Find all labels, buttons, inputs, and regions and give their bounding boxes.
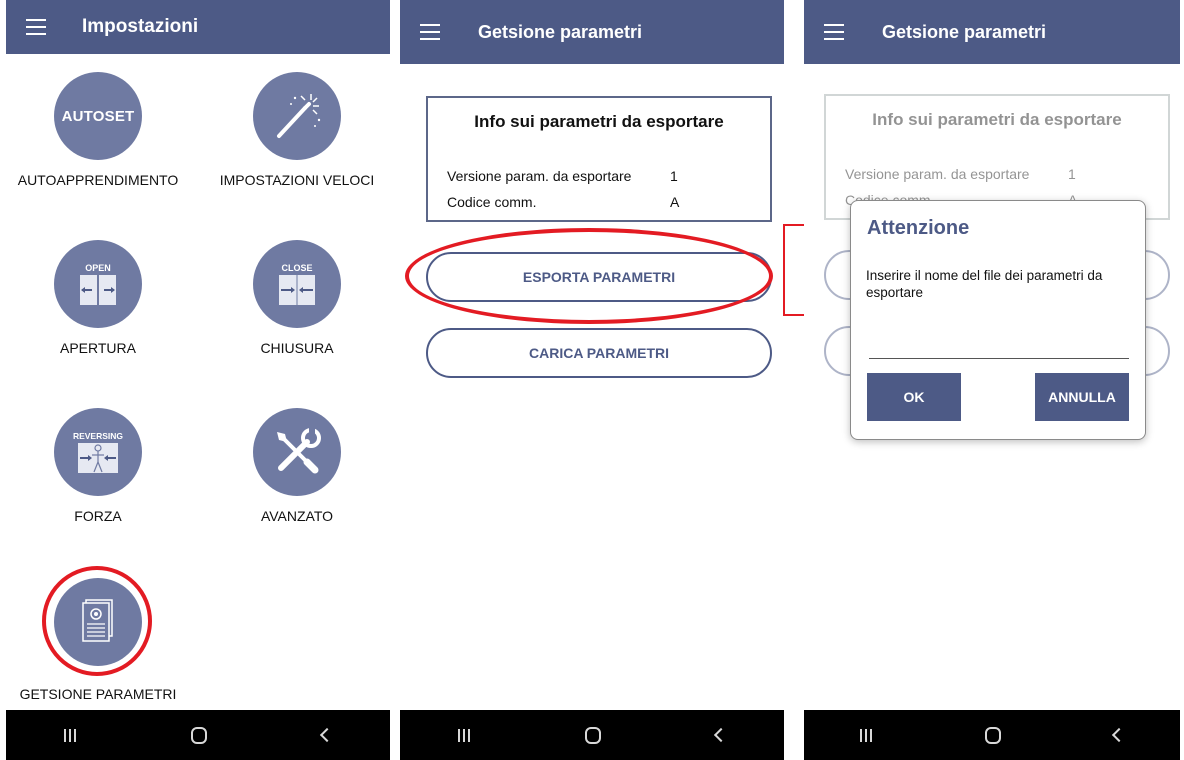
door-open-icon: OPEN	[54, 240, 142, 328]
home-icon[interactable]	[984, 726, 1001, 744]
hamburger-menu-icon[interactable]	[26, 19, 46, 35]
autoset-icon: AUTOSET	[54, 72, 142, 160]
recent-apps-icon[interactable]	[63, 728, 76, 742]
tile-label: FORZA	[74, 508, 122, 524]
tile-label: AUTOAPPRENDIMENTO	[17, 172, 179, 188]
tile-impostazioni-veloci[interactable]: IMPOSTAZIONI VELOCI	[207, 72, 387, 188]
parameters-dialog-screen: Getsione parametri Info sui parametri da…	[804, 0, 1180, 760]
system-nav-bar	[400, 710, 784, 760]
magic-wand-icon	[253, 72, 341, 160]
home-icon[interactable]	[584, 726, 601, 744]
hamburger-menu-icon[interactable]	[824, 24, 844, 40]
app-bar: Getsione parametri	[400, 0, 784, 64]
back-icon[interactable]	[320, 727, 335, 743]
tile-avanzato[interactable]: AVANZATO	[207, 408, 387, 524]
highlight-circle-annotation	[42, 566, 152, 676]
app-bar: Getsione parametri	[804, 0, 1180, 64]
info-row-label: Versione param. da esportare	[845, 166, 1030, 182]
highlight-circle-annotation	[405, 228, 773, 324]
tile-label: GETSIONE PARAMETRI	[19, 686, 177, 702]
info-row-value: 1	[670, 168, 678, 184]
export-info-card: Info sui parametri da esportare Versione…	[426, 96, 772, 222]
info-heading: Info sui parametri da esportare	[474, 112, 724, 131]
door-close-icon: CLOSE	[253, 240, 341, 328]
parameters-screen: Getsione parametri Info sui parametri da…	[400, 0, 784, 760]
system-nav-bar	[804, 710, 1180, 760]
info-row-value: 1	[1068, 166, 1076, 182]
page-title: Getsione parametri	[882, 21, 1047, 42]
tile-label: IMPOSTAZIONI VELOCI	[219, 172, 375, 188]
tools-icon	[253, 408, 341, 496]
recent-apps-icon[interactable]	[457, 728, 470, 742]
ok-button[interactable]: OK	[867, 373, 961, 421]
hamburger-menu-icon[interactable]	[420, 24, 440, 40]
tile-forza[interactable]: REVERSING FORZA	[8, 408, 188, 524]
info-row-label: Codice comm.	[447, 194, 537, 210]
attention-dialog: Attenzione Inserire il nome del file dei…	[850, 200, 1146, 440]
tile-label: CHIUSURA	[260, 340, 334, 356]
info-row-label: Versione param. da esportare	[447, 168, 632, 184]
dialog-message: Inserire il nome del file dei parametri …	[866, 268, 1103, 300]
reversing-icon: REVERSING	[54, 408, 142, 496]
system-nav-bar	[6, 710, 390, 760]
tile-apertura[interactable]: OPEN APERTURA	[8, 240, 188, 356]
cancel-button[interactable]: ANNULLA	[1035, 373, 1129, 421]
file-name-input[interactable]	[869, 351, 1129, 359]
app-bar: Impostazioni	[6, 0, 390, 54]
tile-chiusura[interactable]: CLOSE CHIUSURA	[207, 240, 387, 356]
svg-text:OPEN: OPEN	[85, 263, 111, 273]
svg-text:CLOSE: CLOSE	[281, 263, 312, 273]
page-title: Getsione parametri	[478, 21, 643, 42]
svg-text:REVERSING: REVERSING	[73, 431, 123, 441]
info-row-value: A	[670, 194, 680, 210]
info-heading: Info sui parametri da esportare	[872, 110, 1122, 129]
load-parameters-button[interactable]: CARICA PARAMETRI	[426, 328, 772, 378]
home-icon[interactable]	[190, 726, 207, 744]
dialog-title: Attenzione	[867, 217, 970, 239]
page-title: Impostazioni	[82, 16, 199, 37]
back-icon[interactable]	[714, 727, 729, 743]
tile-label: AVANZATO	[260, 508, 334, 524]
recent-apps-icon[interactable]	[860, 728, 873, 742]
tile-label: APERTURA	[60, 340, 136, 356]
tile-autoapprendimento[interactable]: AUTOSET AUTOAPPRENDIMENTO	[8, 72, 188, 188]
settings-screen: Impostazioni AUTOSET AUTOAPPRENDIMENTO I…	[6, 0, 390, 760]
back-icon[interactable]	[1111, 727, 1126, 743]
